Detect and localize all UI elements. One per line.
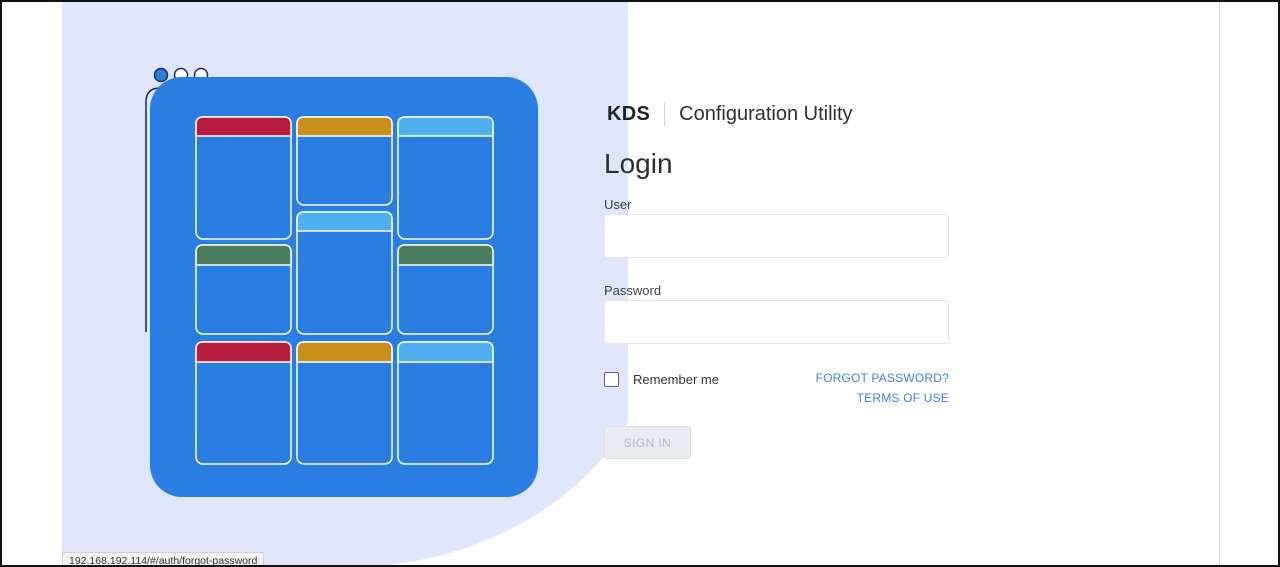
forgot-password-link[interactable]: FORGOT PASSWORD?	[816, 368, 949, 388]
remember-me-control[interactable]: Remember me	[604, 372, 719, 387]
order-tile	[195, 244, 292, 335]
browser-status-url: 192.168.192.114/#/auth/forgot-password	[62, 552, 265, 565]
auth-links: FORGOT PASSWORD? TERMS OF USE	[816, 368, 949, 408]
terms-of-use-link[interactable]: TERMS OF USE	[816, 388, 949, 408]
brand-header: KDS Configuration Utility	[607, 102, 853, 126]
password-label: Password	[604, 283, 662, 298]
login-page: KDS Configuration Utility Login User Pas…	[62, 2, 1220, 565]
order-tile	[195, 116, 292, 240]
user-input[interactable]	[604, 214, 949, 258]
remember-me-label[interactable]: Remember me	[633, 372, 719, 387]
window-dot-icon	[153, 67, 169, 83]
sign-in-button[interactable]: SIGN IN	[604, 426, 691, 459]
remember-me-checkbox[interactable]	[604, 372, 619, 387]
order-tile	[195, 341, 292, 465]
brand-divider	[664, 102, 666, 126]
app-title: Configuration Utility	[679, 102, 853, 125]
order-tile	[296, 116, 393, 206]
order-tile	[296, 341, 393, 465]
user-label: User	[604, 197, 632, 212]
kds-illustration	[62, 2, 628, 565]
brand-logo-text: KDS	[607, 102, 651, 125]
order-tile	[296, 211, 393, 335]
password-input[interactable]	[604, 300, 949, 344]
order-tile	[397, 244, 494, 335]
login-heading: Login	[604, 148, 673, 179]
browser-viewport: KDS Configuration Utility Login User Pas…	[0, 0, 1280, 567]
order-tile	[397, 116, 494, 240]
order-tile	[397, 341, 494, 465]
